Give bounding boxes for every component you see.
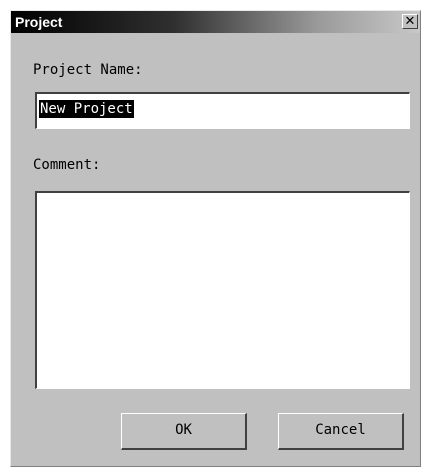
project-dialog: Project ✕ Project Name: New Project Comm…: [10, 10, 421, 467]
project-name-input[interactable]: New Project: [35, 92, 410, 129]
dialog-title: Project: [15, 14, 63, 30]
project-name-value: New Project: [39, 100, 134, 118]
comment-label: Comment:: [33, 157, 101, 173]
comment-textarea[interactable]: [35, 191, 410, 389]
project-name-label: Project Name:: [33, 62, 143, 78]
ok-button[interactable]: OK: [121, 413, 247, 450]
cancel-button[interactable]: Cancel: [278, 413, 404, 450]
close-icon: ✕: [404, 13, 416, 28]
close-button[interactable]: ✕: [402, 14, 418, 29]
title-bar[interactable]: Project ✕: [11, 11, 420, 33]
